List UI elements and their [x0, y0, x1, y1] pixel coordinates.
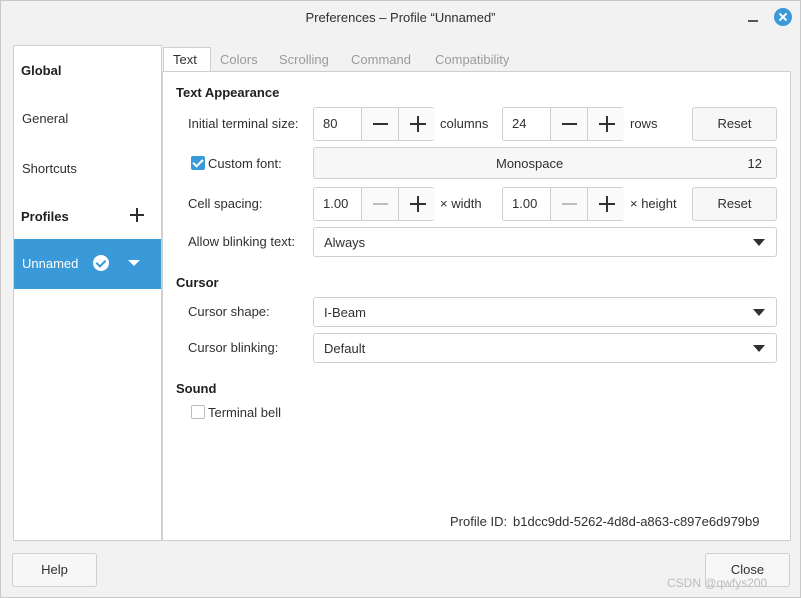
- blinking-text-value: Always: [324, 235, 366, 250]
- titlebar: Preferences – Profile “Unnamed”: [1, 1, 800, 33]
- cursor-blinking-label: Cursor blinking:: [188, 340, 279, 355]
- blinking-text-dropdown[interactable]: Always: [313, 227, 777, 257]
- columns-spinbutton: 80: [313, 107, 435, 141]
- sidebar-heading-profiles: Profiles: [21, 209, 69, 224]
- close-icon[interactable]: [774, 8, 792, 26]
- width-decrease-button[interactable]: [361, 188, 398, 220]
- font-chooser-button[interactable]: Monospace 12: [313, 147, 777, 179]
- columns-label: columns: [440, 116, 489, 131]
- terminal-size-label: Initial terminal size:: [188, 116, 299, 131]
- cursor-blinking-dropdown[interactable]: Default: [313, 333, 777, 363]
- profile-menu-chevron-icon[interactable]: [128, 260, 140, 266]
- cursor-shape-dropdown[interactable]: I-Beam: [313, 297, 777, 327]
- tab-text[interactable]: Text: [173, 52, 197, 67]
- cursor-blinking-value: Default: [324, 341, 366, 356]
- terminal-bell-checkbox[interactable]: [191, 405, 205, 419]
- reset-button-label: Reset: [717, 196, 752, 211]
- cursor-shape-value: I-Beam: [324, 305, 366, 320]
- blinking-text-label: Allow blinking text:: [188, 234, 295, 249]
- text-appearance-heading: Text Appearance: [176, 85, 280, 100]
- terminal-size-reset-button[interactable]: Reset: [692, 107, 777, 141]
- chevron-down-icon: [753, 239, 765, 246]
- minimize-icon[interactable]: [745, 9, 761, 25]
- height-decrease-button[interactable]: [550, 188, 587, 220]
- rows-increase-button[interactable]: [587, 108, 624, 140]
- terminal-bell-label: Terminal bell: [208, 405, 281, 420]
- cursor-heading: Cursor: [176, 275, 219, 290]
- custom-font-checkbox[interactable]: [191, 156, 205, 170]
- width-increase-button[interactable]: [398, 188, 435, 220]
- preferences-window: Preferences – Profile “Unnamed” Global G…: [0, 0, 801, 598]
- tab-scrolling[interactable]: Scrolling: [279, 52, 329, 67]
- profile-name: Unnamed: [22, 256, 79, 271]
- default-profile-check-icon: [93, 255, 109, 271]
- add-profile-icon[interactable]: [129, 207, 145, 223]
- custom-font-label: Custom font:: [208, 156, 282, 171]
- watermark: CSDN @qwfys200: [667, 576, 768, 590]
- cell-spacing-reset-button[interactable]: Reset: [692, 187, 777, 221]
- reset-button-label: Reset: [717, 116, 752, 131]
- sidebar-item-general[interactable]: General: [22, 111, 68, 126]
- cell-spacing-label: Cell spacing:: [188, 196, 263, 211]
- height-label: × height: [630, 196, 677, 211]
- rows-decrease-button[interactable]: [550, 108, 587, 140]
- sound-heading: Sound: [176, 381, 217, 396]
- width-spinbutton: 1.00: [313, 187, 435, 221]
- window-title: Preferences – Profile “Unnamed”: [305, 10, 496, 25]
- sidebar-item-profile[interactable]: Unnamed: [14, 239, 161, 289]
- width-label: × width: [440, 196, 482, 211]
- chevron-down-icon: [753, 309, 765, 316]
- rows-input[interactable]: 24: [512, 116, 526, 131]
- height-increase-button[interactable]: [587, 188, 624, 220]
- font-size: 12: [747, 156, 762, 171]
- tab-colors[interactable]: Colors: [220, 52, 258, 67]
- chevron-down-icon: [753, 345, 765, 352]
- text-settings-panel: Text Appearance Initial terminal size: 8…: [162, 71, 791, 541]
- height-input[interactable]: 1.00: [512, 196, 537, 211]
- sidebar-heading-global: Global: [21, 63, 62, 78]
- rows-label: rows: [630, 116, 658, 131]
- cursor-shape-label: Cursor shape:: [188, 304, 270, 319]
- help-button[interactable]: Help: [12, 553, 97, 587]
- help-button-label: Help: [41, 562, 68, 577]
- columns-input[interactable]: 80: [323, 116, 337, 131]
- profile-id-label: Profile ID:: [450, 514, 508, 529]
- font-name: Monospace: [496, 156, 564, 171]
- height-spinbutton: 1.00: [502, 187, 624, 221]
- tab-command[interactable]: Command: [351, 52, 411, 67]
- close-button-label: Close: [730, 562, 765, 577]
- columns-increase-button[interactable]: [398, 108, 435, 140]
- sidebar-item-shortcuts[interactable]: Shortcuts: [22, 161, 77, 176]
- sidebar: Global General Shortcuts Profiles Unname…: [13, 45, 162, 541]
- profile-id-value: b1dcc9dd-5262-4d8d-a863-c897e6d979b9: [513, 514, 760, 529]
- tab-compatibility[interactable]: Compatibility: [435, 52, 509, 67]
- width-input[interactable]: 1.00: [323, 196, 348, 211]
- columns-decrease-button[interactable]: [361, 108, 398, 140]
- rows-spinbutton: 24: [502, 107, 624, 141]
